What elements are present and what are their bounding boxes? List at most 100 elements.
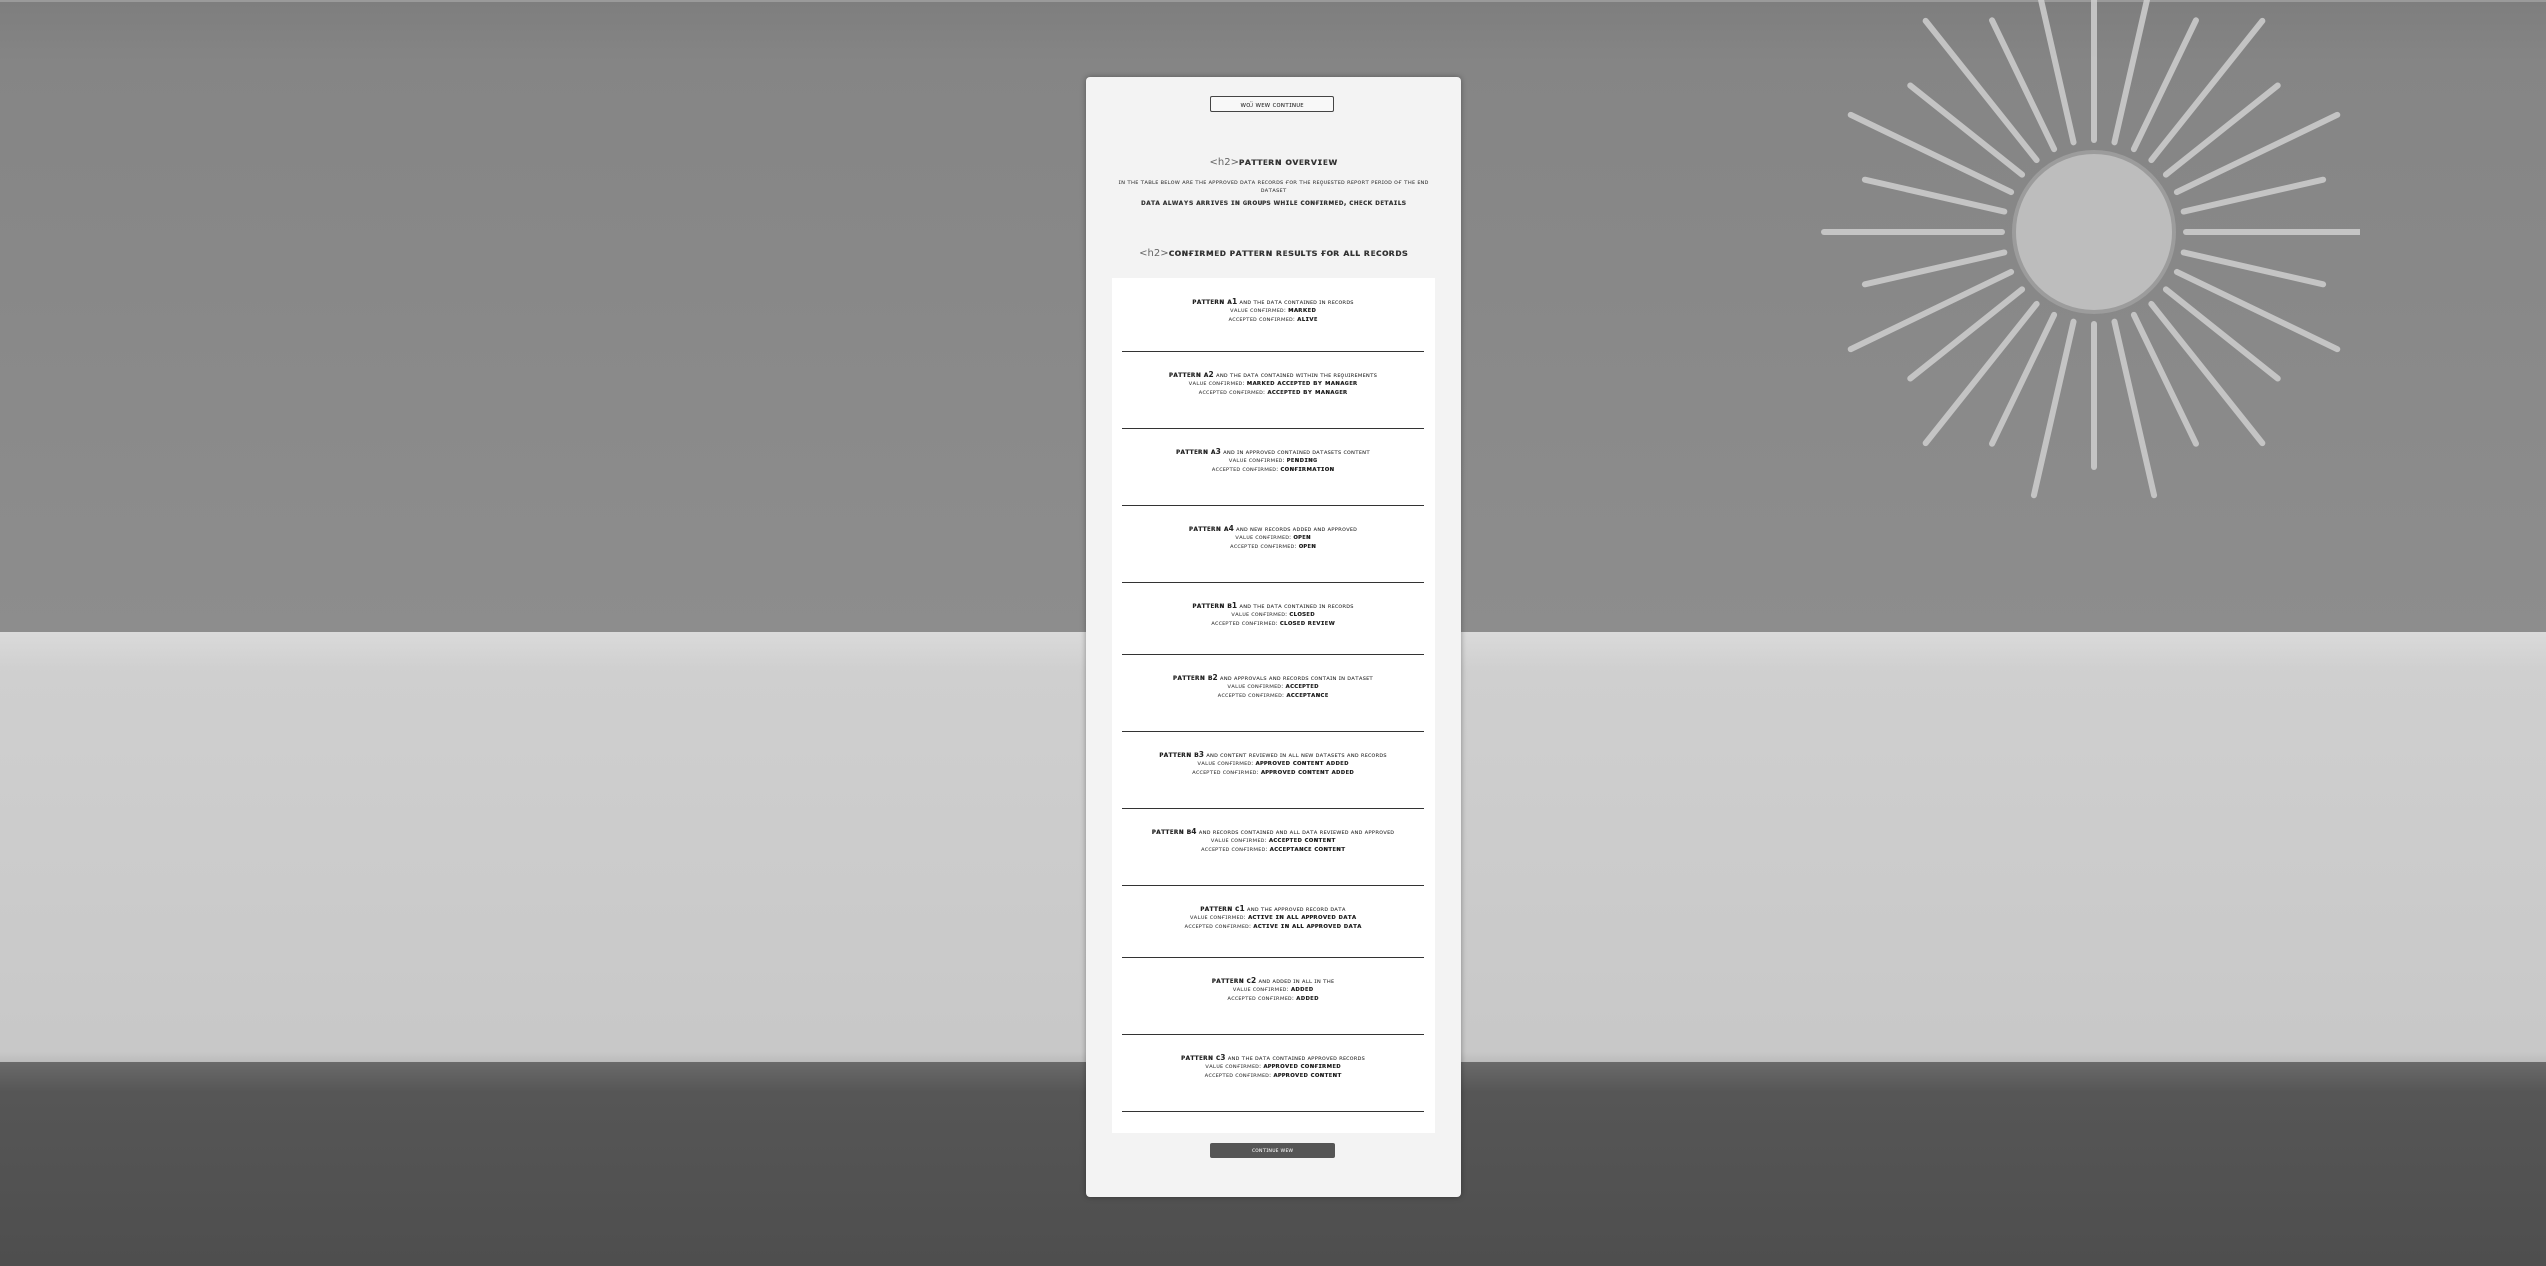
item-value: ᴀᴅᴅᴇᴅ — [1290, 985, 1314, 993]
sun-decoration — [1821, 0, 2360, 499]
continue-button[interactable]: ᴄᴏɴᴛɪɴᴜᴇ ᴡᴇᴡ — [1210, 1143, 1335, 1158]
item-description: ᴀɴᴅ ᴛʜᴇ ᴅᴀᴛᴀ ᴄᴏɴᴛᴀɪɴᴇᴅ ɪɴ ʀᴇᴄᴏʀᴅs — [1239, 298, 1354, 306]
intro-paragraph: ɪɴ ᴛʜᴇ ᴛᴀʙʟᴇ ʙᴇʟᴏᴡ ᴀʀᴇ ᴛʜᴇ ᴀᴘᴘʀᴏᴠᴇᴅ ᴅᴀᴛᴀ… — [1118, 178, 1429, 194]
item-accepted-label: ᴀᴄᴄᴇᴘᴛᴇᴅ ᴄᴏɴғɪʀᴍᴇᴅ: — [1204, 1071, 1272, 1079]
item-accepted-value: ᴀᴄᴄᴇᴘᴛᴀɴᴄᴇ ᴄᴏɴᴛᴇɴᴛ — [1269, 845, 1346, 853]
item-value: ᴍᴀʀᴋᴇᴅ ᴀᴄᴄᴇᴘᴛᴇᴅ ʙʏ ᴍᴀɴᴀɢᴇʀ — [1246, 379, 1358, 387]
item-value-line: ᴠᴀʟᴜᴇ ᴄᴏɴғɪʀᴍᴇᴅ: ᴀᴘᴘʀᴏᴠᴇᴅ ᴄᴏɴғɪʀᴍᴇᴅ — [1122, 1062, 1424, 1071]
item-accepted-label: ᴀᴄᴄᴇᴘᴛᴇᴅ ᴄᴏɴғɪʀᴍᴇᴅ: — [1192, 768, 1259, 776]
sun-ray — [2162, 82, 2281, 178]
item-description: ᴀɴᴅ ʀᴇᴄᴏʀᴅs ᴄᴏɴᴛᴀɪɴᴇᴅ ᴀɴᴅ ᴀʟʟ ᴅᴀᴛᴀ ʀᴇᴠɪᴇ… — [1198, 828, 1395, 836]
item-description: ᴀɴᴅ ᴄᴏɴᴛᴇɴᴛ ʀᴇᴠɪᴇᴡᴇᴅ ɪɴ ᴀʟʟ ɴᴇᴡ ᴅᴀᴛᴀsᴇᴛs… — [1206, 751, 1387, 759]
item-value-line: ᴠᴀʟᴜᴇ ᴄᴏɴғɪʀᴍᴇᴅ: ᴘᴇɴᴅɪɴɢ — [1122, 456, 1424, 465]
item-description: ᴀɴᴅ ᴛʜᴇ ᴅᴀᴛᴀ ᴄᴏɴᴛᴀɪɴᴇᴅ ɪɴ ʀᴇᴄᴏʀᴅs — [1239, 602, 1354, 610]
list-item: ᴘᴀᴛᴛᴇʀɴ ʙ3 ᴀɴᴅ ᴄᴏɴᴛᴇɴᴛ ʀᴇᴠɪᴇᴡᴇᴅ ɪɴ ᴀʟʟ ɴ… — [1122, 751, 1424, 809]
list-item: ᴘᴀᴛᴛᴇʀɴ ʙ4 ᴀɴᴅ ʀᴇᴄᴏʀᴅs ᴄᴏɴᴛᴀɪɴᴇᴅ ᴀɴᴅ ᴀʟʟ… — [1122, 828, 1424, 886]
item-value-label: ᴠᴀʟᴜᴇ ᴄᴏɴғɪʀᴍᴇᴅ: — [1210, 836, 1267, 844]
item-accepted-line: ᴀᴄᴄᴇᴘᴛᴇᴅ ᴄᴏɴғɪʀᴍᴇᴅ: ᴀᴄᴄᴇᴘᴛᴀɴᴄᴇ ᴄᴏɴᴛᴇɴᴛ — [1122, 845, 1424, 854]
sun-ray — [1907, 82, 2026, 178]
sun-ray — [2130, 17, 2199, 153]
item-value-line: ᴠᴀʟᴜᴇ ᴄᴏɴғɪʀᴍᴇᴅ: ᴄʟᴏsᴇᴅ — [1122, 610, 1424, 619]
item-description: ᴀɴᴅ ᴀᴘᴘʀᴏᴠᴀʟs ᴀɴᴅ ʀᴇᴄᴏʀᴅs ᴄᴏɴᴛᴀɪɴ ɪɴ ᴅᴀᴛ… — [1219, 674, 1373, 682]
item-value-label: ᴠᴀʟᴜᴇ ᴄᴏɴғɪʀᴍᴇᴅ: — [1228, 456, 1285, 464]
item-value-line: ᴠᴀʟᴜᴇ ᴄᴏɴғɪʀᴍᴇᴅ: ᴀᴄᴄᴇᴘᴛᴇᴅ ᴄᴏɴᴛᴇɴᴛ — [1122, 836, 1424, 845]
item-title-line: ᴘᴀᴛᴛᴇʀɴ ᴄ1 ᴀɴᴅ ᴛʜᴇ ᴀᴘᴘʀᴏᴠᴇᴅ ʀᴇᴄᴏʀᴅ ᴅᴀᴛᴀ — [1122, 905, 1424, 914]
item-title: ᴘᴀᴛᴛᴇʀɴ ᴀ2 — [1168, 370, 1214, 379]
results-heading: <h2>ᴄᴏɴғɪʀᴍᴇᴅ ᴘᴀᴛᴛᴇʀɴ ʀᴇsᴜʟᴛs ғᴏʀ ᴀʟʟ ʀᴇ… — [1086, 248, 1461, 259]
item-value-label: ᴠᴀʟᴜᴇ ᴄᴏɴғɪʀᴍᴇᴅ: — [1188, 379, 1245, 387]
item-title: ᴘᴀᴛᴛᴇʀɴ ʙ1 — [1192, 601, 1238, 610]
list-item: ᴘᴀᴛᴛᴇʀɴ ᴀ4 ᴀɴᴅ ɴᴇᴡ ʀᴇᴄᴏʀᴅs ᴀᴅᴅᴇᴅ ᴀɴᴅ ᴀᴘᴘ… — [1122, 525, 1424, 583]
list-item: ᴘᴀᴛᴛᴇʀɴ ʙ2 ᴀɴᴅ ᴀᴘᴘʀᴏᴠᴀʟs ᴀɴᴅ ʀᴇᴄᴏʀᴅs ᴄᴏɴ… — [1122, 674, 1424, 732]
item-title: ᴘᴀᴛᴛᴇʀɴ ʙ2 — [1173, 673, 1218, 682]
sun-ray — [2130, 311, 2199, 447]
item-title-line: ᴘᴀᴛᴛᴇʀɴ ᴀ3 ᴀɴᴅ ɪɴ ᴀᴘᴘʀᴏᴠᴇᴅ ᴄᴏɴᴛᴀɪɴᴇᴅ ᴅᴀᴛ… — [1122, 447, 1424, 457]
item-title-line: ᴘᴀᴛᴛᴇʀɴ ʙ3 ᴀɴᴅ ᴄᴏɴᴛᴇɴᴛ ʀᴇᴠɪᴇᴡᴇᴅ ɪɴ ᴀʟʟ ɴ… — [1122, 750, 1424, 760]
item-accepted-value: ᴀᴄᴄᴇᴘᴛᴇᴅ ʙʏ ᴍᴀɴᴀɢᴇʀ — [1267, 388, 1348, 396]
item-value-label: ᴠᴀʟᴜᴇ ᴄᴏɴғɪʀᴍᴇᴅ: — [1205, 1062, 1262, 1070]
item-accepted-line: ᴀᴄᴄᴇᴘᴛᴇᴅ ᴄᴏɴғɪʀᴍᴇᴅ: ᴀᴄᴛɪᴠᴇ ɪɴ ᴀʟʟ ᴀᴘᴘʀᴏᴠ… — [1122, 922, 1424, 931]
list-item: ᴘᴀᴛᴛᴇʀɴ ᴀ2 ᴀɴᴅ ᴛʜᴇ ᴅᴀᴛᴀ ᴄᴏɴᴛᴀɪɴᴇᴅ ᴡɪᴛʜɪɴ… — [1122, 371, 1424, 429]
item-accepted-line: ᴀᴄᴄᴇᴘᴛᴇᴅ ᴄᴏɴғɪʀᴍᴇᴅ: ᴀᴘᴘʀᴏᴠᴇᴅ ᴄᴏɴᴛᴇɴᴛ — [1122, 1071, 1424, 1080]
item-accepted-label: ᴀᴄᴄᴇᴘᴛᴇᴅ ᴄᴏɴғɪʀᴍᴇᴅ: — [1200, 845, 1268, 853]
item-accepted-line: ᴀᴄᴄᴇᴘᴛᴇᴅ ᴄᴏɴғɪʀᴍᴇᴅ: ᴀʟɪᴠᴇ — [1122, 315, 1424, 324]
item-title-line: ᴘᴀᴛᴛᴇʀɴ ᴀ2 ᴀɴᴅ ᴛʜᴇ ᴅᴀᴛᴀ ᴄᴏɴᴛᴀɪɴᴇᴅ ᴡɪᴛʜɪɴ… — [1122, 370, 1424, 380]
sun-ray — [1989, 17, 2058, 153]
item-title: ᴘᴀᴛᴛᴇʀɴ ʙ3 — [1159, 750, 1204, 759]
item-value-line: ᴠᴀʟᴜᴇ ᴄᴏɴғɪʀᴍᴇᴅ: ᴍᴀʀᴋᴇᴅ ᴀᴄᴄᴇᴘᴛᴇᴅ ʙʏ ᴍᴀɴᴀ… — [1122, 379, 1424, 388]
sun-ray — [2180, 249, 2327, 288]
item-value-line: ᴠᴀʟᴜᴇ ᴄᴏɴғɪʀᴍᴇᴅ: ᴀᴅᴅᴇᴅ — [1122, 985, 1424, 994]
item-accepted-label: ᴀᴄᴄᴇᴘᴛᴇᴅ ᴄᴏɴғɪʀᴍᴇᴅ: — [1228, 315, 1295, 323]
list-item: ᴘᴀᴛᴛᴇʀɴ ᴄ1 ᴀɴᴅ ᴛʜᴇ ᴀᴘᴘʀᴏᴠᴇᴅ ʀᴇᴄᴏʀᴅ ᴅᴀᴛᴀ ᴠ… — [1122, 905, 1424, 958]
item-value-line: ᴠᴀʟᴜᴇ ᴄᴏɴғɪʀᴍᴇᴅ: ᴀᴘᴘʀᴏᴠᴇᴅ ᴄᴏɴᴛᴇɴᴛ ᴀᴅᴅᴇᴅ — [1122, 759, 1424, 768]
sun-ray — [1861, 249, 2008, 288]
sun-ray — [2180, 176, 2327, 215]
item-title-line: ᴘᴀᴛᴛᴇʀɴ ʙ2 ᴀɴᴅ ᴀᴘᴘʀᴏᴠᴀʟs ᴀɴᴅ ʀᴇᴄᴏʀᴅs ᴄᴏɴ… — [1122, 673, 1424, 683]
item-accepted-value: ᴄᴏɴғɪʀᴍᴀᴛɪᴏɴ — [1280, 465, 1335, 473]
heading-text: ᴄᴏɴғɪʀᴍᴇᴅ ᴘᴀᴛᴛᴇʀɴ ʀᴇsᴜʟᴛs ғᴏʀ ᴀʟʟ ʀᴇᴄᴏʀᴅ… — [1168, 248, 1408, 259]
item-accepted-line: ᴀᴄᴄᴇᴘᴛᴇᴅ ᴄᴏɴғɪʀᴍᴇᴅ: ᴏᴘᴇɴ — [1122, 542, 1424, 551]
item-value: ᴀᴄᴄᴇᴘᴛᴇᴅ — [1285, 682, 1319, 690]
dialog-card: ᴡᴏᴊ̈ ᴡᴇᴡ ᴄᴏɴᴛɪɴᴜᴇ <h2>ᴘᴀᴛᴛᴇʀɴ ᴏᴠᴇʀᴠɪᴇᴡ ɪ… — [1086, 77, 1461, 1197]
intro-section: <h2>ᴘᴀᴛᴛᴇʀɴ ᴏᴠᴇʀᴠɪᴇᴡ ɪɴ ᴛʜᴇ ᴛᴀʙʟᴇ ʙᴇʟᴏᴡ … — [1108, 157, 1439, 208]
item-accepted-value: ᴀᴄᴄᴇᴘᴛᴀɴᴄᴇ — [1286, 691, 1329, 699]
item-title: ᴘᴀᴛᴛᴇʀɴ ᴀ3 — [1176, 447, 1221, 456]
item-description: ᴀɴᴅ ᴛʜᴇ ᴅᴀᴛᴀ ᴄᴏɴᴛᴀɪɴᴇᴅ ᴡɪᴛʜɪɴ ᴛʜᴇ ʀᴇǫᴜɪʀ… — [1215, 371, 1378, 379]
item-accepted-value: ᴏᴘᴇɴ — [1298, 542, 1317, 550]
item-value-label: ᴠᴀʟᴜᴇ ᴄᴏɴғɪʀᴍᴇᴅ: — [1235, 533, 1292, 541]
item-value: ᴍᴀʀᴋᴇᴅ — [1288, 306, 1317, 314]
item-description: ᴀɴᴅ ᴀᴅᴅᴇᴅ ɪɴ ᴀʟʟ ɪɴ ᴛʜᴇ — [1258, 977, 1335, 985]
item-title-line: ᴘᴀᴛᴛᴇʀɴ ʙ1 ᴀɴᴅ ᴛʜᴇ ᴅᴀᴛᴀ ᴄᴏɴᴛᴀɪɴᴇᴅ ɪɴ ʀᴇᴄ… — [1122, 601, 1424, 611]
item-title-line: ᴘᴀᴛᴛᴇʀɴ ᴄ2 ᴀɴᴅ ᴀᴅᴅᴇᴅ ɪɴ ᴀʟʟ ɪɴ ᴛʜᴇ — [1122, 977, 1424, 986]
item-value: ᴏᴘᴇɴ — [1293, 533, 1311, 541]
item-accepted-line: ᴀᴄᴄᴇᴘᴛᴇᴅ ᴄᴏɴғɪʀᴍᴇᴅ: ᴀᴄᴄᴇᴘᴛᴀɴᴄᴇ — [1122, 691, 1424, 700]
item-title: ᴘᴀᴛᴛᴇʀɴ ᴀ1 — [1192, 297, 1238, 306]
item-accepted-label: ᴀᴄᴄᴇᴘᴛᴇᴅ ᴄᴏɴғɪʀᴍᴇᴅ: — [1229, 542, 1297, 550]
item-accepted-value: ᴀᴘᴘʀᴏᴠᴇᴅ ᴄᴏɴᴛᴇɴᴛ — [1273, 1071, 1342, 1079]
item-accepted-line: ᴀᴄᴄᴇᴘᴛᴇᴅ ᴄᴏɴғɪʀᴍᴇᴅ: ᴄᴏɴғɪʀᴍᴀᴛɪᴏɴ — [1122, 465, 1424, 474]
item-title: ᴘᴀᴛᴛᴇʀɴ ᴀ4 — [1189, 524, 1234, 533]
item-accepted-value: ᴀʟɪᴠᴇ — [1297, 315, 1318, 323]
item-accepted-label: ᴀᴄᴄᴇᴘᴛᴇᴅ ᴄᴏɴғɪʀᴍᴇᴅ: — [1184, 922, 1252, 930]
item-value-label: ᴠᴀʟᴜᴇ ᴄᴏɴғɪʀᴍᴇᴅ: — [1232, 985, 1289, 993]
sun-ray — [1989, 311, 2058, 447]
item-title-line: ᴘᴀᴛᴛᴇʀɴ ᴄ3 ᴀɴᴅ ᴛʜᴇ ᴅᴀᴛᴀ ᴄᴏɴᴛᴀɪɴᴇᴅ ᴀᴘᴘʀᴏᴠ… — [1122, 1054, 1424, 1063]
item-accepted-line: ᴀᴄᴄᴇᴘᴛᴇᴅ ᴄᴏɴғɪʀᴍᴇᴅ: ᴀᴘᴘʀᴏᴠᴇᴅ ᴄᴏɴᴛᴇɴᴛ ᴀᴅᴅ… — [1122, 768, 1424, 777]
item-accepted-value: ᴀᴅᴅᴇᴅ — [1296, 994, 1319, 1002]
sun-ray — [2162, 286, 2281, 382]
top-action-button[interactable]: ᴡᴏᴊ̈ ᴡᴇᴡ ᴄᴏɴᴛɪɴᴜᴇ — [1210, 96, 1334, 112]
heading-tag: <h2> — [1209, 157, 1240, 168]
results-list: ᴘᴀᴛᴛᴇʀɴ ᴀ1 ᴀɴᴅ ᴛʜᴇ ᴅᴀᴛᴀ ᴄᴏɴᴛᴀɪɴᴇᴅ ɪɴ ʀᴇᴄ… — [1112, 278, 1435, 1133]
item-accepted-label: ᴀᴄᴄᴇᴘᴛᴇᴅ ᴄᴏɴғɪʀᴍᴇᴅ: — [1211, 465, 1279, 473]
list-item: ᴘᴀᴛᴛᴇʀɴ ᴄ3 ᴀɴᴅ ᴛʜᴇ ᴅᴀᴛᴀ ᴄᴏɴᴛᴀɪɴᴇᴅ ᴀᴘᴘʀᴏᴠ… — [1122, 1054, 1424, 1112]
item-description: ᴀɴᴅ ɪɴ ᴀᴘᴘʀᴏᴠᴇᴅ ᴄᴏɴᴛᴀɪɴᴇᴅ ᴅᴀᴛᴀsᴇᴛs ᴄᴏɴᴛᴇ… — [1222, 448, 1370, 456]
item-title-line: ᴘᴀᴛᴛᴇʀɴ ᴀ4 ᴀɴᴅ ɴᴇᴡ ʀᴇᴄᴏʀᴅs ᴀᴅᴅᴇᴅ ᴀɴᴅ ᴀᴘᴘ… — [1122, 524, 1424, 534]
list-item: ᴘᴀᴛᴛᴇʀɴ ᴄ2 ᴀɴᴅ ᴀᴅᴅᴇᴅ ɪɴ ᴀʟʟ ɪɴ ᴛʜᴇ ᴠᴀʟᴜᴇ … — [1122, 977, 1424, 1035]
item-accepted-label: ᴀᴄᴄᴇᴘᴛᴇᴅ ᴄᴏɴғɪʀᴍᴇᴅ: — [1217, 691, 1285, 699]
intro-heading: <h2>ᴘᴀᴛᴛᴇʀɴ ᴏᴠᴇʀᴠɪᴇᴡ — [1108, 157, 1439, 168]
item-accepted-line: ᴀᴄᴄᴇᴘᴛᴇᴅ ᴄᴏɴғɪʀᴍᴇᴅ: ᴀᴅᴅᴇᴅ — [1122, 994, 1424, 1003]
item-value-label: ᴠᴀʟᴜᴇ ᴄᴏɴғɪʀᴍᴇᴅ: — [1227, 682, 1284, 690]
item-value-line: ᴠᴀʟᴜᴇ ᴄᴏɴғɪʀᴍᴇᴅ: ᴀᴄᴄᴇᴘᴛᴇᴅ — [1122, 682, 1424, 691]
item-value-line: ᴠᴀʟᴜᴇ ᴄᴏɴғɪʀᴍᴇᴅ: ᴀᴄᴛɪᴠᴇ ɪɴ ᴀʟʟ ᴀᴘᴘʀᴏᴠᴇᴅ … — [1122, 913, 1424, 922]
item-title-line: ᴘᴀᴛᴛᴇʀɴ ʙ4 ᴀɴᴅ ʀᴇᴄᴏʀᴅs ᴄᴏɴᴛᴀɪɴᴇᴅ ᴀɴᴅ ᴀʟʟ… — [1122, 828, 1424, 837]
